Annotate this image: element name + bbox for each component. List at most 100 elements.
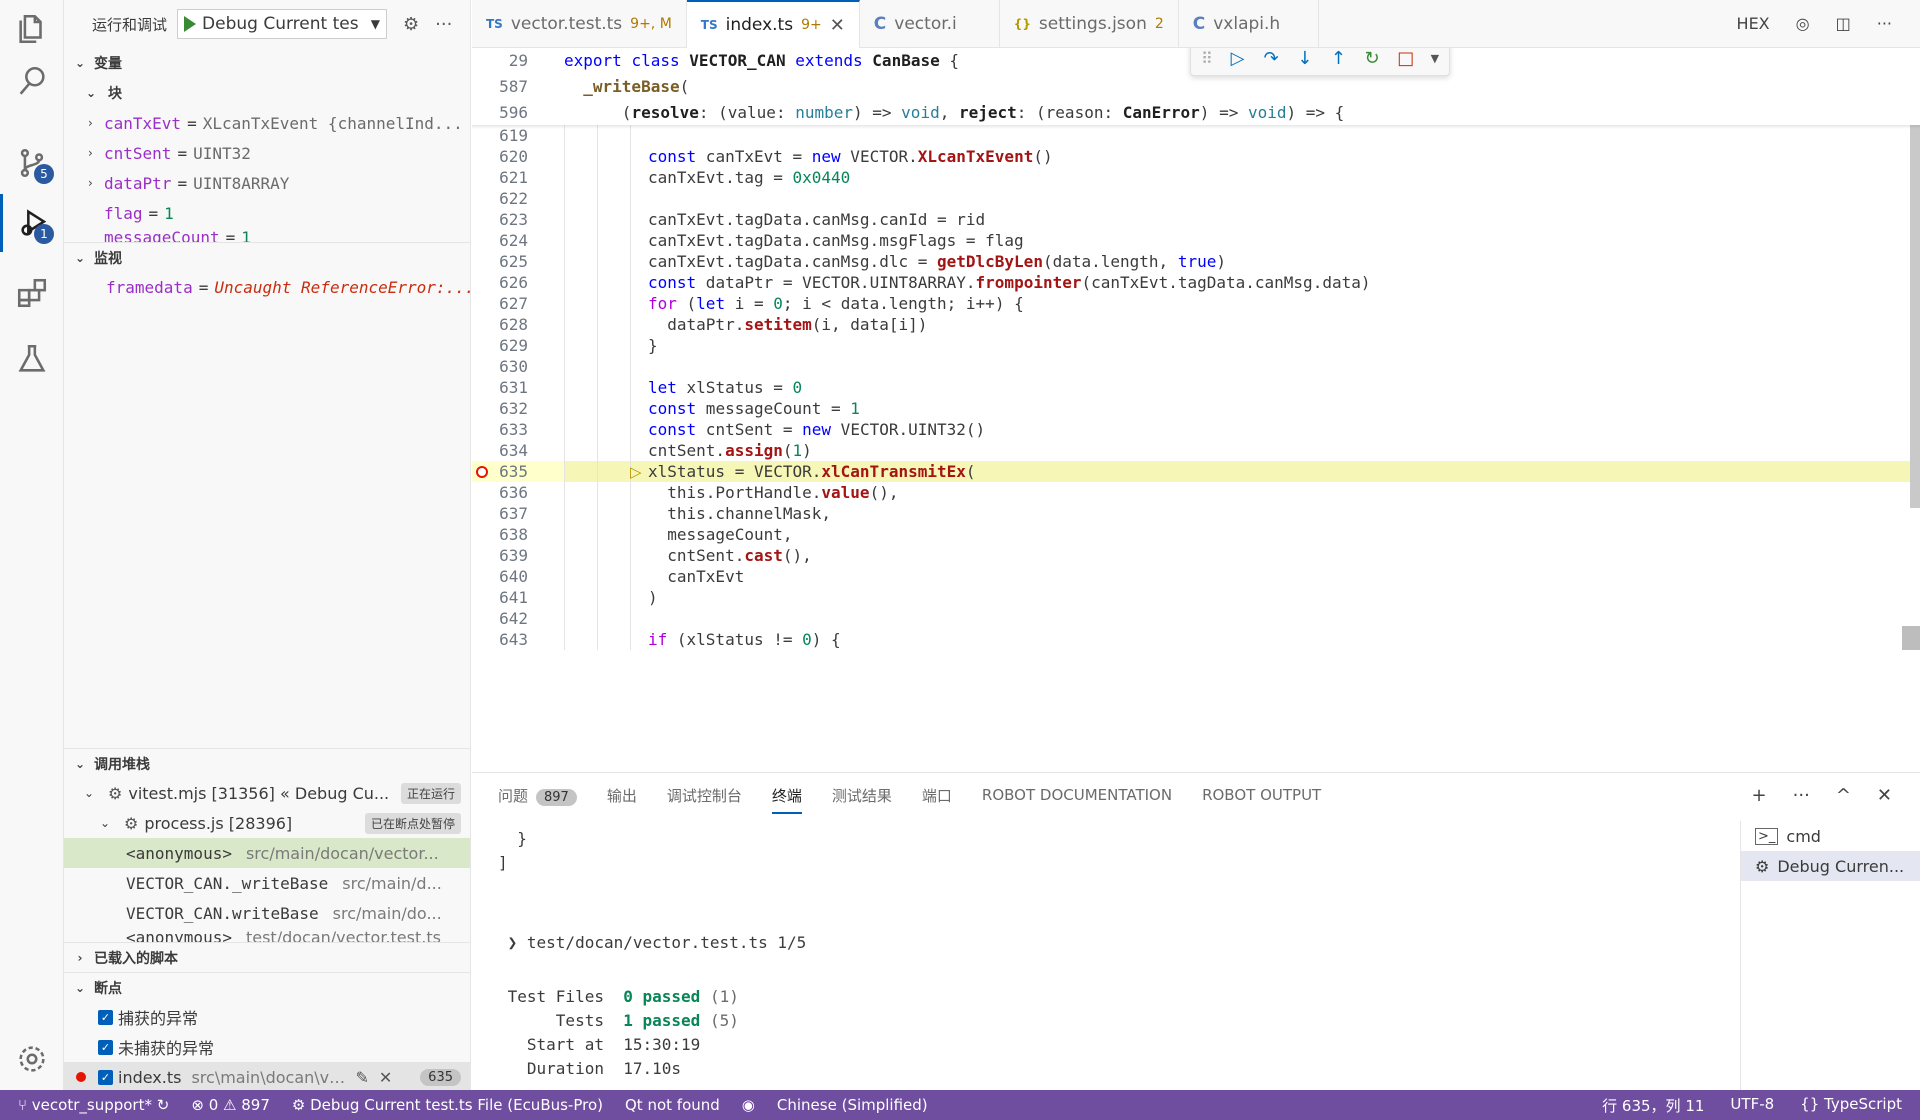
debug-status[interactable]: ⚙ Debug Current test.ts File (EcuBus-Pro… (292, 1096, 603, 1114)
code-line[interactable]: 641) (472, 587, 1920, 608)
thread-row[interactable]: ⌄ ⚙ process.js [28396] 已在断点处暂停 (64, 808, 470, 838)
code-line[interactable]: 643 if (xlStatus != 0) { (472, 629, 1920, 650)
code-line[interactable]: 640 canTxEvt (472, 566, 1920, 587)
drag-handle-icon[interactable]: ⠿ (1201, 49, 1213, 68)
stack-frame-row[interactable]: <anonymous> src/main/docan/vector... (64, 838, 470, 868)
broadcast-icon[interactable]: ◉ (742, 1096, 755, 1114)
step-over-icon[interactable]: ↷ (1262, 48, 1280, 69)
testing-icon[interactable] (0, 330, 64, 388)
cursor-position[interactable]: 行 635，列 11 (1602, 1095, 1704, 1116)
code-line[interactable]: 620 const canTxEvt = new VECTOR.XLcanTxEv… (472, 146, 1920, 167)
variable-row[interactable]: flag = 1 (64, 198, 470, 228)
variable-row[interactable]: › canTxEvt = XLcanTxEvent {channelInd... (64, 108, 470, 138)
code-line[interactable]: 621 canTxEvt.tag = 0x0440 (472, 167, 1920, 188)
terminal-item-cmd[interactable]: >_ cmd (1741, 821, 1920, 851)
eye-off-icon[interactable]: ◎ (1796, 14, 1810, 33)
close-panel-icon[interactable]: ✕ (1877, 785, 1892, 806)
hex-button[interactable]: HEX (1737, 14, 1770, 33)
code-editor[interactable]: 29 export class VECTOR_CAN extends CanBa… (472, 48, 1920, 772)
code-line[interactable]: 637 this.channelMask, (472, 503, 1920, 524)
sticky-line[interactable]: 596 (resolve: (value: number) => void, r… (472, 99, 1920, 126)
maximize-panel-icon[interactable]: ^ (1836, 785, 1851, 806)
variable-row[interactable]: messageCount = 1 (64, 228, 470, 242)
start-debug-icon[interactable] (184, 16, 197, 32)
loaded-scripts-header[interactable]: › 已载入的脚本 (64, 942, 470, 972)
close-icon[interactable]: ✕ (379, 1068, 392, 1087)
breakpoint-row[interactable]: ✓ 捕获的异常 (64, 1002, 470, 1032)
gear-icon[interactable]: ⚙ (403, 14, 419, 35)
code-line[interactable]: 639 cntSent.cast(), (472, 545, 1920, 566)
split-editor-icon[interactable]: ◫ (1836, 14, 1851, 33)
stop-icon[interactable]: □ (1397, 48, 1415, 69)
variables-section-header[interactable]: ⌄ 变量 (64, 48, 470, 78)
stack-frame-row[interactable]: <anonymous> test/docan/vector.test.ts (64, 928, 470, 942)
code-line[interactable]: 628 dataPtr.setitem(i, data[i]) (472, 314, 1920, 335)
tab-vxlapi-h[interactable]: C vxlapi.h (1179, 0, 1319, 48)
breakpoint-row[interactable]: ✓ index.ts src\main\docan\ve... ✎ ✕ 635 (64, 1062, 470, 1090)
more-actions-icon[interactable]: ··· (1793, 785, 1810, 806)
step-out-icon[interactable]: ↑ (1330, 48, 1348, 69)
checkbox-checked-icon[interactable]: ✓ (98, 1069, 113, 1085)
code-line[interactable]: 638 messageCount, (472, 524, 1920, 545)
checkbox-checked-icon[interactable]: ✓ (98, 1039, 113, 1055)
code-line[interactable]: 623 canTxEvt.tagData.canMsg.canId = rid (472, 209, 1920, 230)
variable-row[interactable]: › cntSent = UINT32 (64, 138, 470, 168)
tab-output[interactable]: 输出 (607, 785, 637, 806)
tab-vector-i[interactable]: C vector.i (860, 0, 1000, 48)
more-actions-icon[interactable]: ··· (1877, 14, 1892, 33)
current-line[interactable]: ▷ 635 xlStatus = VECTOR.xlCanTransmitEx( (472, 461, 1920, 482)
code-line[interactable]: 625 canTxEvt.tagData.canMsg.dlc = getDlcB… (472, 251, 1920, 272)
breakpoint-row[interactable]: ✓ 未捕获的异常 (64, 1032, 470, 1062)
callstack-section-header[interactable]: ⌄ 调用堆栈 (64, 748, 470, 778)
edit-icon[interactable]: ✎ (355, 1068, 368, 1087)
tab-vector-test[interactable]: TS vector.test.ts 9+, M (472, 0, 687, 48)
restart-icon[interactable]: ↻ (1363, 48, 1381, 69)
code-line[interactable]: 627 for (let i = 0; i < data.length; i++)… (472, 293, 1920, 314)
scope-block[interactable]: ⌄ 块 (64, 78, 470, 108)
watch-section-header[interactable]: ⌄ 监视 (64, 242, 470, 272)
language-pack-status[interactable]: Chinese (Simplified) (777, 1096, 928, 1114)
code-line[interactable]: 626 const dataPtr = VECTOR.UINT8ARRAY.fro… (472, 272, 1920, 293)
watch-row[interactable]: framedata = Uncaught ReferenceError:... (64, 272, 470, 302)
settings-gear-icon[interactable] (0, 1030, 64, 1088)
code-line[interactable]: 636 this.PortHandle.value(), (472, 482, 1920, 503)
step-into-icon[interactable]: ↓ (1296, 48, 1314, 69)
tab-robot-documentation[interactable]: ROBOT DOCUMENTATION (982, 786, 1172, 804)
close-icon[interactable]: ✕ (830, 15, 845, 36)
new-terminal-icon[interactable]: + (1752, 785, 1767, 806)
explorer-icon[interactable] (0, 0, 64, 58)
run-debug-icon[interactable]: 1 (0, 194, 64, 252)
tab-ports[interactable]: 端口 (922, 785, 952, 806)
tab-index-ts[interactable]: TS index.ts 9+ ✕ (686, 0, 860, 48)
chevron-down-icon[interactable]: ▼ (1431, 52, 1439, 65)
code-line[interactable]: 622 (472, 188, 1920, 209)
terminal-item-debug[interactable]: ⚙ Debug Curren... (1741, 851, 1920, 881)
breakpoints-header[interactable]: ⌄ 断点 (64, 972, 470, 1002)
stack-frame-row[interactable]: VECTOR_CAN._writeBase src/main/d... (64, 868, 470, 898)
more-actions-icon[interactable]: ··· (435, 14, 452, 35)
code-line[interactable]: 632 const messageCount = 1 (472, 398, 1920, 419)
code-line[interactable]: 634 cntSent.assign(1) (472, 440, 1920, 461)
stack-frame-row[interactable]: VECTOR_CAN.writeBase src/main/do... (64, 898, 470, 928)
code-line[interactable]: 631 let xlStatus = 0 (472, 377, 1920, 398)
tab-debug-console[interactable]: 调试控制台 (667, 785, 742, 806)
tab-robot-output[interactable]: ROBOT OUTPUT (1202, 786, 1321, 804)
problems-status[interactable]: ⊗ 0 ⚠ 897 (191, 1096, 270, 1114)
search-icon[interactable] (0, 52, 64, 110)
minimap-slider[interactable] (1902, 626, 1920, 650)
variable-row[interactable]: › dataPtr = UINT8ARRAY (64, 168, 470, 198)
code-line[interactable]: 624 canTxEvt.tagData.canMsg.msgFlags = fl… (472, 230, 1920, 251)
chevron-down-icon[interactable]: ▼ (371, 17, 380, 31)
language-mode[interactable]: {} TypeScript (1800, 1095, 1902, 1116)
sticky-line[interactable]: 587 _writeBase( (472, 73, 1920, 100)
terminal-output[interactable]: } ] ❯ test/docan/vector.test.ts 1/5 Test… (498, 829, 806, 1083)
launch-config-select[interactable]: Debug Current tes ▼ (177, 9, 388, 39)
tab-settings-json[interactable]: {} settings.json 2 (1000, 0, 1179, 48)
extensions-icon[interactable] (0, 264, 64, 322)
tab-problems[interactable]: 问题 897 (498, 785, 577, 806)
encoding-status[interactable]: UTF-8 (1730, 1095, 1774, 1116)
code-line[interactable]: 629} (472, 335, 1920, 356)
continue-icon[interactable]: ▷ (1229, 48, 1247, 69)
source-control-icon[interactable]: 5 (0, 134, 64, 192)
thread-row[interactable]: ⌄ ⚙ vitest.mjs [31356] « Debug Cu... 正在运… (64, 778, 470, 808)
